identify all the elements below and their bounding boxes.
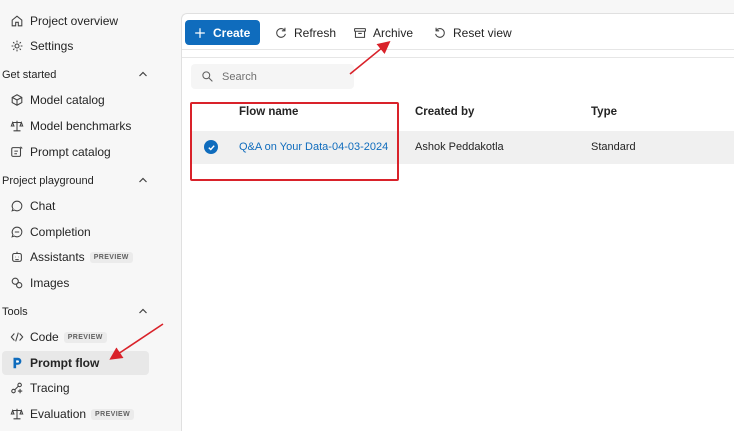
column-header-flow-name[interactable]: Flow name bbox=[239, 106, 298, 118]
completion-icon bbox=[10, 225, 24, 239]
table-row[interactable]: Q&A on Your Data-04-03-2024 Ashok Peddak… bbox=[191, 131, 734, 164]
sidebar-item-images[interactable]: Images bbox=[2, 271, 149, 295]
flow-name-link[interactable]: Q&A on Your Data-04-03-2024 bbox=[239, 141, 395, 153]
sidebar-item-label: Prompt flow bbox=[30, 356, 100, 370]
main-content: Create Refresh Archive Reset view Fl bbox=[181, 13, 734, 431]
sidebar-item-label: Evaluation bbox=[30, 407, 87, 421]
create-button[interactable]: Create bbox=[185, 20, 260, 45]
sidebar-item-code[interactable]: Code PREVIEW bbox=[2, 325, 149, 349]
assistant-icon bbox=[10, 250, 24, 264]
reset-icon bbox=[433, 26, 447, 40]
create-label: Create bbox=[213, 25, 251, 40]
section-title: Get started bbox=[2, 69, 57, 81]
sidebar-item-project-overview[interactable]: Project overview bbox=[2, 9, 149, 33]
sidebar-item-label: Settings bbox=[30, 39, 74, 53]
sidebar-item-completion[interactable]: Completion bbox=[2, 220, 149, 244]
created-by-cell: Ashok Peddakotla bbox=[415, 141, 504, 153]
sidebar-item-label: Completion bbox=[30, 225, 91, 239]
preview-badge: PREVIEW bbox=[63, 331, 107, 343]
sidebar-item-chat[interactable]: Chat bbox=[2, 194, 149, 218]
sidebar-item-assistants[interactable]: Assistants PREVIEW bbox=[2, 245, 149, 269]
column-header-type[interactable]: Type bbox=[591, 106, 617, 118]
search-input[interactable] bbox=[222, 70, 342, 83]
prompt-icon bbox=[10, 145, 24, 159]
chevron-up-icon[interactable] bbox=[137, 305, 149, 320]
section-tools[interactable]: Tools bbox=[2, 302, 149, 322]
refresh-button[interactable]: Refresh bbox=[264, 20, 346, 45]
column-header-created-by[interactable]: Created by bbox=[415, 106, 474, 118]
sidebar-item-label: Assistants bbox=[30, 250, 85, 264]
home-icon bbox=[10, 14, 24, 28]
sidebar-item-label: Prompt catalog bbox=[30, 145, 111, 159]
refresh-label: Refresh bbox=[294, 25, 337, 40]
sidebar-item-prompt-catalog[interactable]: Prompt catalog bbox=[2, 140, 149, 164]
sidebar-item-evaluation[interactable]: Evaluation PREVIEW bbox=[2, 402, 149, 426]
sidebar-item-model-catalog[interactable]: Model catalog bbox=[2, 88, 149, 112]
section-title: Project playground bbox=[2, 175, 94, 187]
sidebar: Project overview Settings Get started Mo… bbox=[0, 0, 162, 431]
archive-button[interactable]: Archive bbox=[343, 20, 423, 45]
prompt-flow-icon bbox=[10, 356, 24, 370]
preview-badge: PREVIEW bbox=[91, 408, 135, 420]
type-cell: Standard bbox=[591, 141, 636, 153]
evaluation-icon bbox=[10, 407, 24, 421]
chevron-up-icon[interactable] bbox=[137, 174, 149, 189]
row-selected-checkmark-icon[interactable] bbox=[204, 140, 218, 154]
sidebar-item-label: Model catalog bbox=[30, 93, 105, 107]
sidebar-item-label: Images bbox=[30, 276, 70, 290]
search-icon bbox=[201, 70, 214, 83]
reset-label: Reset view bbox=[453, 25, 512, 40]
sidebar-item-label: Tracing bbox=[30, 381, 70, 395]
sidebar-item-label: Model benchmarks bbox=[30, 119, 132, 133]
sidebar-item-label: Chat bbox=[30, 199, 56, 213]
chat-icon bbox=[10, 199, 24, 213]
sidebar-item-prompt-flow[interactable]: Prompt flow bbox=[2, 351, 149, 375]
toolbar: Create Refresh Archive Reset view bbox=[182, 14, 734, 50]
images-icon bbox=[10, 276, 24, 290]
sidebar-item-settings[interactable]: Settings bbox=[2, 34, 149, 58]
section-title: Tools bbox=[2, 306, 28, 318]
sidebar-item-model-benchmarks[interactable]: Model benchmarks bbox=[2, 114, 149, 138]
refresh-icon bbox=[274, 26, 288, 40]
chevron-up-icon[interactable] bbox=[137, 68, 149, 83]
reset-view-button[interactable]: Reset view bbox=[423, 20, 522, 45]
code-icon bbox=[10, 330, 24, 344]
sidebar-item-label: Code bbox=[30, 330, 59, 344]
preview-badge: PREVIEW bbox=[89, 251, 133, 263]
sidebar-item-label: Project overview bbox=[30, 14, 119, 28]
section-project-playground[interactable]: Project playground bbox=[2, 171, 149, 191]
sidebar-item-tracing[interactable]: Tracing bbox=[2, 376, 149, 400]
plus-icon bbox=[193, 26, 207, 40]
scales-icon bbox=[10, 119, 24, 133]
search-box[interactable] bbox=[191, 64, 354, 89]
section-get-started[interactable]: Get started bbox=[2, 65, 149, 85]
archive-label: Archive bbox=[373, 25, 414, 40]
gear-icon bbox=[10, 39, 24, 53]
tracing-icon bbox=[10, 381, 24, 395]
cube-icon bbox=[10, 93, 24, 107]
archive-icon bbox=[353, 26, 367, 40]
